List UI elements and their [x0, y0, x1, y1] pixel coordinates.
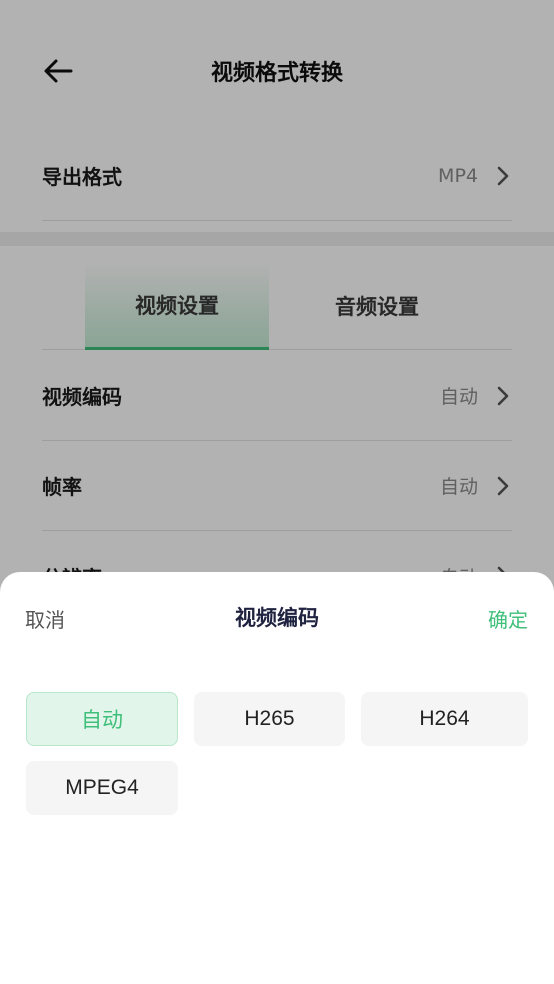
option-h265[interactable]: H265	[194, 692, 345, 746]
option-h264[interactable]: H264	[361, 692, 528, 746]
option-mpeg4[interactable]: MPEG4	[26, 761, 178, 815]
option-auto[interactable]: 自动	[26, 692, 178, 746]
codec-bottom-sheet: 取消 视频编码 确定 自动 H265 H264 MPEG4	[0, 572, 554, 984]
confirm-button[interactable]: 确定	[488, 604, 528, 633]
sheet-title: 视频编码	[235, 606, 319, 630]
cancel-button[interactable]: 取消	[25, 604, 65, 633]
